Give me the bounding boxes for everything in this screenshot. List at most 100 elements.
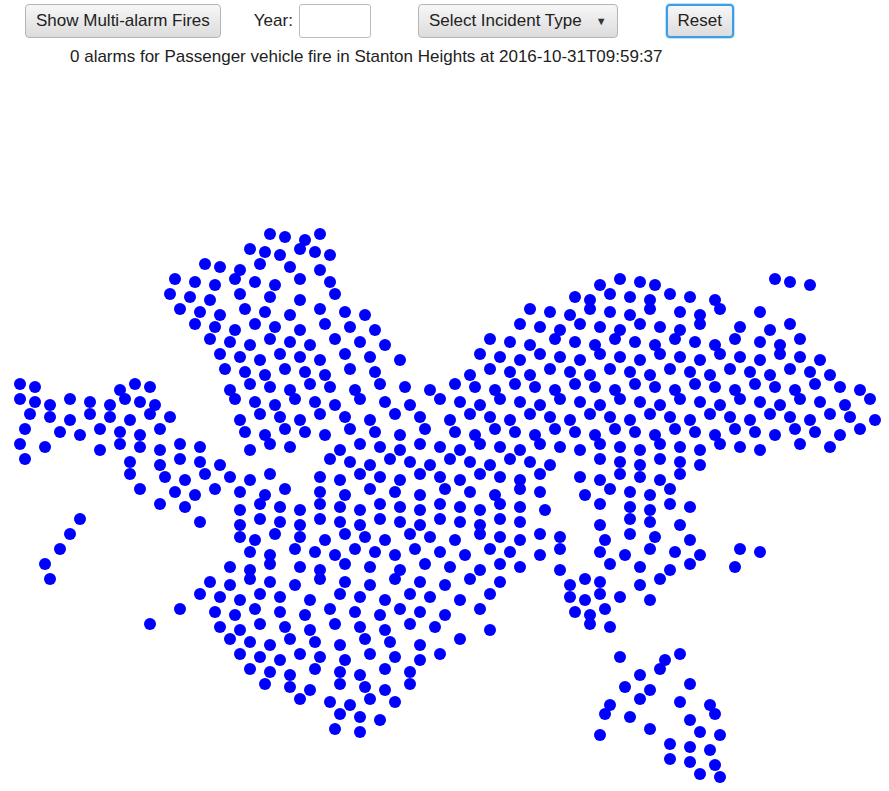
incident-point [314, 471, 326, 483]
incident-point [339, 576, 351, 588]
incident-point [394, 444, 406, 456]
incident-point [614, 441, 626, 453]
incident-point [359, 681, 371, 693]
incident-point [104, 399, 116, 411]
incident-point [204, 576, 216, 588]
incident-point [554, 441, 566, 453]
incident-point [494, 558, 506, 570]
incident-point [669, 333, 681, 345]
incident-point [414, 576, 426, 588]
incident-point [264, 333, 276, 345]
incident-point [234, 486, 246, 498]
incident-point [669, 423, 681, 435]
incident-point [404, 456, 416, 468]
incident-point [379, 534, 391, 546]
incident-point [404, 618, 416, 630]
year-field[interactable] [299, 4, 371, 38]
incident-point [734, 393, 746, 405]
incident-point [524, 339, 536, 351]
incident-point [304, 339, 316, 351]
incident-point [429, 621, 441, 633]
incident-point [84, 396, 96, 408]
incident-point [214, 621, 226, 633]
incident-point [504, 453, 516, 465]
incident-point [824, 408, 836, 420]
incident-point [339, 558, 351, 570]
multi-alarm-button[interactable]: Show Multi-alarm Fires [25, 4, 221, 38]
incident-point [549, 333, 561, 345]
incident-point [329, 333, 341, 345]
incident-point [569, 606, 581, 618]
incident-point [644, 369, 656, 381]
incident-point [374, 378, 386, 390]
incident-point [644, 408, 656, 420]
incident-point [274, 516, 286, 528]
incident-point [589, 381, 601, 393]
incident-point [124, 414, 136, 426]
incident-point [769, 381, 781, 393]
incident-point [729, 423, 741, 435]
incident-point [19, 453, 31, 465]
incident-point [209, 606, 221, 618]
incident-point [724, 411, 736, 423]
incident-point [324, 453, 336, 465]
incident-point [684, 501, 696, 513]
incident-point [484, 588, 496, 600]
incident-point [414, 489, 426, 501]
incident-point [454, 396, 466, 408]
incident-point [569, 378, 581, 390]
incident-point [714, 729, 726, 741]
incident-point [604, 621, 616, 633]
incident-point [709, 381, 721, 393]
incident-point [754, 306, 766, 318]
incident-point [684, 414, 696, 426]
incident-point [44, 399, 56, 411]
incident-point [344, 456, 356, 468]
incident-point [554, 531, 566, 543]
incident-point [554, 393, 566, 405]
incident-point [334, 474, 346, 486]
incident-point [534, 468, 546, 480]
incident-point [594, 519, 606, 531]
incident-point [474, 348, 486, 360]
incident-point [154, 444, 166, 456]
reset-button[interactable]: Reset [666, 4, 734, 38]
incident-point [134, 429, 146, 441]
incident-point [594, 498, 606, 510]
incident-point [624, 711, 636, 723]
incident-point [504, 336, 516, 348]
incident-point [354, 504, 366, 516]
incident-point [324, 696, 336, 708]
incident-point [569, 336, 581, 348]
incident-point [434, 513, 446, 525]
incident-point [534, 528, 546, 540]
incident-type-combo[interactable]: Select Incident Type▼ [418, 4, 618, 38]
incident-point [614, 468, 626, 480]
incident-point [354, 468, 366, 480]
incident-point [364, 648, 376, 660]
incident-point [244, 474, 256, 486]
incident-point [334, 639, 346, 651]
incident-point [324, 603, 336, 615]
incident-point [729, 561, 741, 573]
incident-point [514, 516, 526, 528]
incident-point [214, 591, 226, 603]
incident-point [494, 351, 506, 363]
incident-point [624, 501, 636, 513]
incident-point [129, 378, 141, 390]
incident-point [494, 531, 506, 543]
incident-point [309, 546, 321, 558]
incident-point [609, 333, 621, 345]
incident-point [259, 369, 271, 381]
incident-point [354, 393, 366, 405]
incident-point [449, 426, 461, 438]
incident-point [524, 303, 536, 315]
incident-map [0, 67, 889, 791]
incident-point [599, 534, 611, 546]
incident-point [309, 636, 321, 648]
incident-point [574, 396, 586, 408]
incident-point [399, 381, 411, 393]
incident-point [304, 594, 316, 606]
incident-point [714, 303, 726, 315]
incident-point [244, 663, 256, 675]
